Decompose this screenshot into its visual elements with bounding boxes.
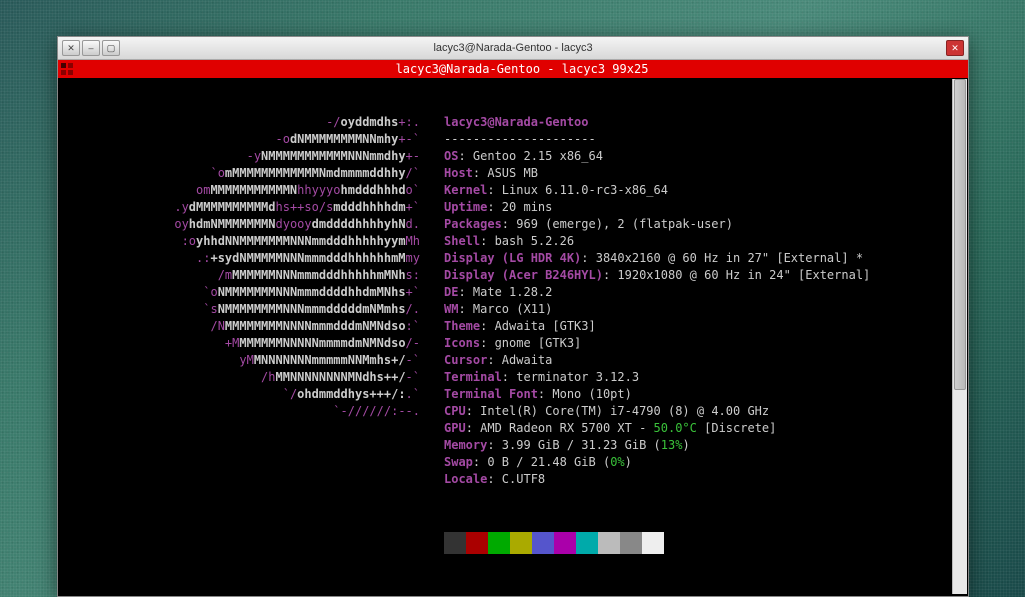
info-line: Icons: gnome [GTK3] <box>420 335 581 352</box>
ascii-logo-line: `-//////:--. <box>64 403 420 420</box>
scrollbar[interactable] <box>952 79 967 594</box>
info-line: Swap: 0 B / 21.48 GiB (0%) <box>420 454 632 471</box>
window-title: lacyc3@Narada-Gentoo - lacyc3 <box>58 42 968 54</box>
info-line: CPU: Intel(R) Core(TM) i7-4790 (8) @ 4.0… <box>420 403 769 420</box>
ascii-logo-line: `/ohdmmddhys+++/:.` <box>64 386 420 403</box>
palette-swatch <box>576 532 598 554</box>
terminal-line: .ydMMMMMMMMMMdhs++so/smdddhhhhdm+`Uptime… <box>64 199 962 216</box>
terminator-title: lacyc3@Narada-Gentoo - lacyc3 99x25 <box>76 62 968 76</box>
maximize-button[interactable]: ▢ <box>102 40 120 56</box>
titlebar[interactable]: ✕ – ▢ lacyc3@Narada-Gentoo - lacyc3 ✕ <box>58 37 968 60</box>
ascii-logo-line: `omMMMMMMMMMMMMNmdmmmmddhhy/` <box>64 165 420 182</box>
ascii-logo-line: -odNMMMMMMMMNNmhy+-` <box>64 131 420 148</box>
info-line: GPU: AMD Radeon RX 5700 XT - 50.0°C [Dis… <box>420 420 776 437</box>
ascii-logo-line <box>64 471 420 488</box>
color-palette <box>444 532 962 554</box>
ascii-logo-line: oyhdmNMMMMMMMNdyooydmddddhhhhyhNd. <box>64 216 420 233</box>
terminal-line: .:+sydNMMMMMNNNmmmdddhhhhhhmMmyDisplay (… <box>64 250 962 267</box>
terminal-line: `-//////:--.CPU: Intel(R) Core(TM) i7-47… <box>64 403 962 420</box>
terminal-line: yMMNNNNNNNmmmmmNNMmhs+/-`Cursor: Adwaita <box>64 352 962 369</box>
info-line: Uptime: 20 mins <box>420 199 552 216</box>
terminal-area: lacyc3@Narada-Gentoo - lacyc3 99x25 -/oy… <box>58 60 968 596</box>
terminal-line: oyhdmNMMMMMMMNdyooydmddddhhhhyhNd.Packag… <box>64 216 962 233</box>
ascii-logo-line: `sNMMMMMMMMNNNmmmdddddmNMmhs/. <box>64 301 420 318</box>
terminal-line: Memory: 3.99 GiB / 31.23 GiB (13%) <box>64 437 962 454</box>
info-line: lacyc3@Narada-Gentoo <box>420 114 589 131</box>
terminal-line: `omMMMMMMMMMMMMNmdmmmmddhhy/`Host: ASUS … <box>64 165 962 182</box>
terminal-line: /NMMMMMMMMNNNNmmmdddmNMNdso:`Theme: Adwa… <box>64 318 962 335</box>
terminal-line: `/ohdmmddhys+++/:.`Terminal Font: Mono (… <box>64 386 962 403</box>
ascii-logo-line: :oyhhdNNMMMMMMMNNNmmdddhhhhhyymMh <box>64 233 420 250</box>
terminal-line: -/oyddmdhs+:.lacyc3@Narada-Gentoo <box>64 114 962 131</box>
terminator-tab-bar[interactable]: lacyc3@Narada-Gentoo - lacyc3 99x25 <box>58 60 968 78</box>
palette-swatch <box>620 532 642 554</box>
ascii-logo-line: .:+sydNMMMMMNNNmmmdddhhhhhhmMmy <box>64 250 420 267</box>
close-button[interactable]: ✕ <box>62 40 80 56</box>
info-line: DE: Mate 1.28.2 <box>420 284 552 301</box>
terminal-line: omMMMMMMMMMMMNhhyyyohmdddhhhdo`Kernel: L… <box>64 182 962 199</box>
info-line: Display (Acer B246HYL): 1920x1080 @ 60 H… <box>420 267 870 284</box>
scrollbar-thumb[interactable] <box>954 79 966 390</box>
terminal-line: -odNMMMMMMMMNNmhy+-`--------------------… <box>64 131 962 148</box>
ascii-logo-line: /mMMMMMMNNNmmmdddhhhhhmMNhs: <box>64 267 420 284</box>
info-line: OS: Gentoo 2.15 x86_64 <box>420 148 603 165</box>
terminal-line: :oyhhdNNMMMMMMMNNNmmdddhhhhhyymMhShell: … <box>64 233 962 250</box>
ascii-logo-line: omMMMMMMMMMMMNhhyyyohmdddhhhdo` <box>64 182 420 199</box>
terminal-line: Locale: C.UTF8 <box>64 471 962 488</box>
info-line: Locale: C.UTF8 <box>420 471 545 488</box>
info-line: Host: ASUS MB <box>420 165 538 182</box>
palette-swatch <box>642 532 664 554</box>
palette-swatch <box>554 532 576 554</box>
palette-swatch <box>466 532 488 554</box>
palette-swatch <box>510 532 532 554</box>
ascii-logo-line: -yNMMMMMMMMMMMNNNmmdhy+- <box>64 148 420 165</box>
palette-swatch <box>488 532 510 554</box>
terminal-line: -yNMMMMMMMMMMMNNNmmdhy+-OS: Gentoo 2.15 … <box>64 148 962 165</box>
info-line: Cursor: Adwaita <box>420 352 552 369</box>
terminal-line: Swap: 0 B / 21.48 GiB (0%) <box>64 454 962 471</box>
terminal-line: /mMMMMMMNNNmmmdddhhhhhmMNhs:Display (Ace… <box>64 267 962 284</box>
ascii-logo-line: -/oyddmdhs+:. <box>64 114 420 131</box>
ascii-logo-line: +MMMMMMMNNNNNmmmmdmNMNdso/- <box>64 335 420 352</box>
info-line: Memory: 3.99 GiB / 31.23 GiB (13%) <box>420 437 690 454</box>
terminal-window: ✕ – ▢ lacyc3@Narada-Gentoo - lacyc3 ✕ la… <box>57 36 969 597</box>
info-line: Terminal: terminator 3.12.3 <box>420 369 639 386</box>
terminal-line: `oNMMMMMMMNNNmmmddddhhdmMNhs+`DE: Mate 1… <box>64 284 962 301</box>
close-button-right[interactable]: ✕ <box>946 40 964 56</box>
terminal-line: +MMMMMMMNNNNNmmmmdmNMNdso/-Icons: gnome … <box>64 335 962 352</box>
minimize-button[interactable]: – <box>82 40 100 56</box>
ascii-logo-line <box>64 454 420 471</box>
terminal-line: /hMMNNNNNNNNMNdhs++/-`Terminal: terminat… <box>64 369 962 386</box>
info-line: Packages: 969 (emerge), 2 (flatpak-user) <box>420 216 733 233</box>
palette-swatch <box>598 532 620 554</box>
terminal-line: `sNMMMMMMMMNNNmmmdddddmNMmhs/.WM: Marco … <box>64 301 962 318</box>
palette-swatch <box>444 532 466 554</box>
ascii-logo-line <box>64 437 420 454</box>
info-line: --------------------- <box>420 131 596 148</box>
ascii-logo-line: `oNMMMMMMMNNNmmmddddhhdmMNhs+` <box>64 284 420 301</box>
ascii-logo-line: /hMMNNNNNNNNMNdhs++/-` <box>64 369 420 386</box>
ascii-logo-line: /NMMMMMMMMNNNNmmmdddmNMNdso:` <box>64 318 420 335</box>
terminal-output[interactable]: -/oyddmdhs+:.lacyc3@Narada-Gentoo-odNMMM… <box>58 78 968 596</box>
window-controls: ✕ – ▢ <box>58 40 120 56</box>
ascii-logo-line: yMMNNNNNNNmmmmmNNMmhs+/-` <box>64 352 420 369</box>
ascii-logo-line: .ydMMMMMMMMMMdhs++so/smdddhhhhdm+` <box>64 199 420 216</box>
info-line: Kernel: Linux 6.11.0-rc3-x86_64 <box>420 182 668 199</box>
terminal-line: GPU: AMD Radeon RX 5700 XT - 50.0°C [Dis… <box>64 420 962 437</box>
info-line: Theme: Adwaita [GTK3] <box>420 318 596 335</box>
info-line: WM: Marco (X11) <box>420 301 552 318</box>
split-grid-icon[interactable] <box>58 63 76 75</box>
info-line: Terminal Font: Mono (10pt) <box>420 386 632 403</box>
info-line: Shell: bash 5.2.26 <box>420 233 574 250</box>
ascii-logo-line <box>64 420 420 437</box>
palette-swatch <box>532 532 554 554</box>
info-line: Display (LG HDR 4K): 3840x2160 @ 60 Hz i… <box>420 250 863 267</box>
